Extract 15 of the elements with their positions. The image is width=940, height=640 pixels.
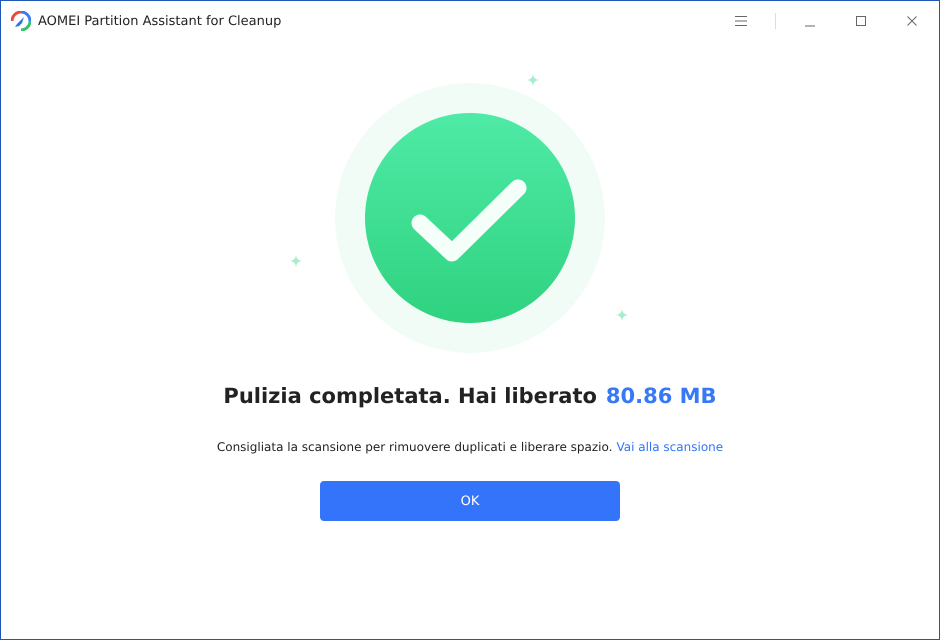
success-check-icon [335, 83, 605, 353]
headline-text: Pulizia completata. Hai liberato [223, 384, 597, 408]
window-title: AOMEI Partition Assistant for Cleanup [38, 14, 282, 28]
maximize-icon [855, 15, 867, 27]
recommendation-text: Consigliata la scansione per rimuovere duplicati e liberare spazio. [216, 440, 612, 454]
freed-amount-text: 80.86 MB [606, 384, 717, 408]
sparkle-icon [290, 255, 302, 267]
app-logo-icon [11, 11, 31, 31]
minimize-icon [804, 25, 816, 27]
menu-icon [734, 15, 748, 27]
scan-link[interactable]: Vai alla scansione [616, 440, 724, 454]
ok-button[interactable]: OK [320, 481, 620, 521]
sparkle-icon [616, 309, 628, 321]
close-icon [906, 15, 918, 27]
sparkle-icon [527, 74, 539, 86]
